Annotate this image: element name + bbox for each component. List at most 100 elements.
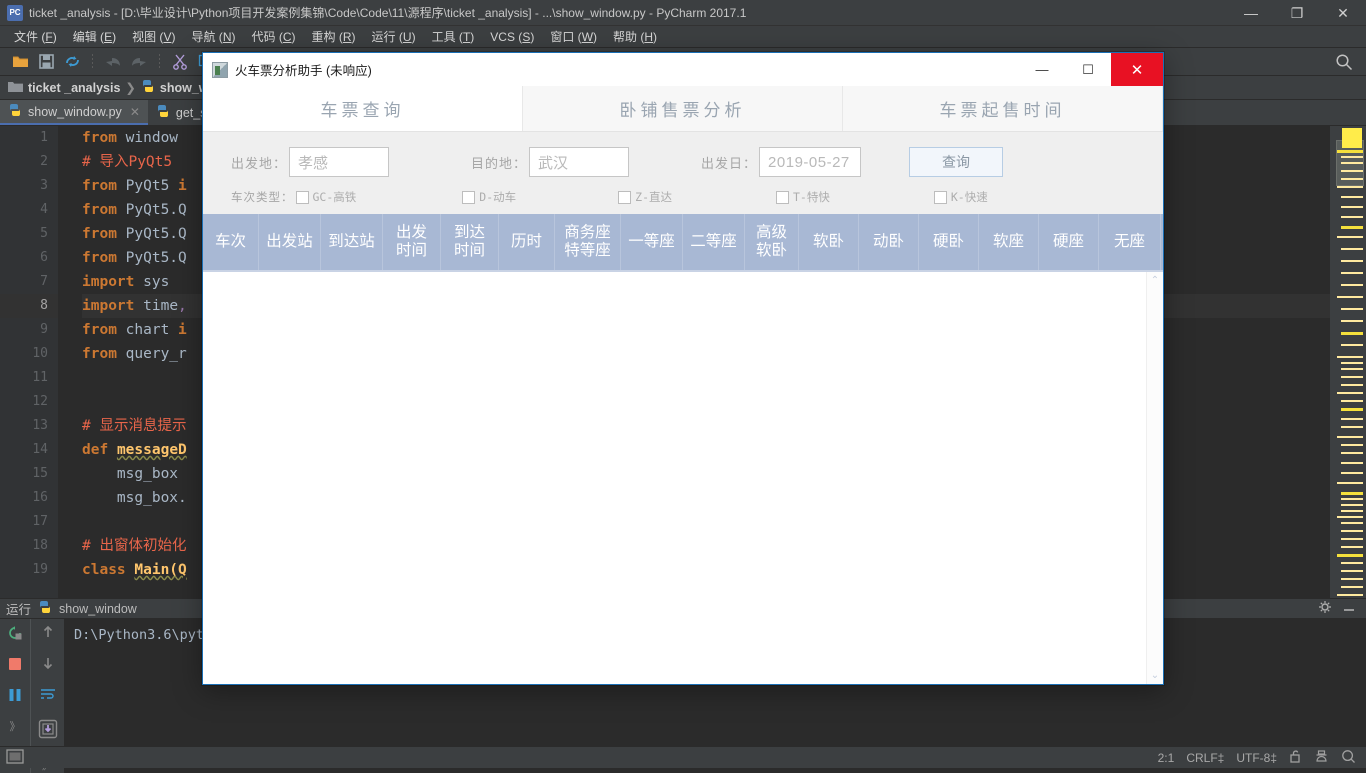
expand-left-icon[interactable]: 》 xyxy=(10,718,21,734)
table-header-cell[interactable]: 出发 时间 xyxy=(383,214,441,270)
scroll-up-icon[interactable] xyxy=(41,625,55,644)
editor-gutter[interactable]: 12345678910111213141516171819 xyxy=(0,126,58,598)
stop-icon[interactable] xyxy=(7,656,23,677)
tab-ticket-query[interactable]: 车票查询 xyxy=(203,86,523,131)
close-icon[interactable]: ✕ xyxy=(130,105,140,119)
ticket-table-body[interactable]: ⌃ ⌄ xyxy=(203,270,1163,684)
menu-item-tools[interactable]: 工具 (T) xyxy=(424,26,483,47)
line-number[interactable]: 6 xyxy=(0,246,58,270)
print-icon[interactable] xyxy=(37,718,59,745)
table-header-cell[interactable]: 车次 xyxy=(203,214,259,270)
sync-icon[interactable] xyxy=(60,50,84,74)
cut-icon[interactable] xyxy=(168,50,192,74)
line-number[interactable]: 11 xyxy=(0,366,58,390)
table-header-cell[interactable]: 无座 xyxy=(1099,214,1161,270)
checkbox-t[interactable]: T-特快 xyxy=(776,189,830,205)
tab-sleeper-sales-analysis[interactable]: 卧铺售票分析 xyxy=(523,86,843,131)
dialog-minimize-button[interactable]: — xyxy=(1019,53,1065,86)
scroll-down-icon[interactable] xyxy=(41,656,55,675)
line-number[interactable]: 13 xyxy=(0,414,58,438)
rerun-icon[interactable] xyxy=(7,625,23,646)
line-number[interactable]: 10 xyxy=(0,342,58,366)
open-folder-icon[interactable] xyxy=(8,50,32,74)
line-number[interactable]: 2 xyxy=(0,150,58,174)
minimize-icon[interactable] xyxy=(1342,600,1356,617)
editor-tab-show-window[interactable]: show_window.py ✕ xyxy=(0,100,148,125)
query-button[interactable]: 查询 xyxy=(909,147,1003,177)
line-number[interactable]: 8 xyxy=(0,294,58,318)
ide-search-icon[interactable] xyxy=(1332,50,1356,74)
dialog-close-button[interactable]: ✕ xyxy=(1111,53,1163,86)
checkbox-box[interactable] xyxy=(296,191,309,204)
pause-icon[interactable] xyxy=(7,687,23,708)
window-layout-icon[interactable] xyxy=(6,749,24,767)
table-header-cell[interactable]: 动卧 xyxy=(859,214,919,270)
table-header-cell[interactable]: 软卧 xyxy=(799,214,859,270)
checkbox-box[interactable] xyxy=(934,191,947,204)
line-number[interactable]: 14 xyxy=(0,438,58,462)
line-number[interactable]: 12 xyxy=(0,390,58,414)
destination-input[interactable]: 武汉 xyxy=(529,147,629,177)
scroll-down-icon[interactable]: ⌄ xyxy=(1151,670,1159,681)
table-header-cell[interactable]: 一等座 xyxy=(621,214,683,270)
table-header-cell[interactable]: 高级 软卧 xyxy=(745,214,799,270)
soft-wrap-icon[interactable] xyxy=(40,687,56,706)
line-separator[interactable]: CRLF‡ xyxy=(1186,751,1224,765)
line-number[interactable]: 3 xyxy=(0,174,58,198)
ide-minimize-button[interactable]: — xyxy=(1228,0,1274,26)
line-number[interactable]: 9 xyxy=(0,318,58,342)
menu-item-view[interactable]: 视图 (V) xyxy=(124,26,183,47)
table-header-cell[interactable]: 硬座 xyxy=(1039,214,1099,270)
inspector-icon[interactable] xyxy=(1314,749,1329,767)
menu-item-navigate[interactable]: 导航 (N) xyxy=(183,26,243,47)
save-icon[interactable] xyxy=(34,50,58,74)
checkbox-d[interactable]: D-动车 xyxy=(462,189,516,205)
menu-item-code[interactable]: 代码 (C) xyxy=(243,26,303,47)
line-number[interactable]: 16 xyxy=(0,486,58,510)
table-header-cell[interactable]: 商务座 特等座 xyxy=(555,214,621,270)
checkbox-box[interactable] xyxy=(462,191,475,204)
line-number[interactable]: 17 xyxy=(0,510,58,534)
menu-item-refactor[interactable]: 重构 (R) xyxy=(304,26,364,47)
departure-date-input[interactable]: 2019-05-27 xyxy=(759,147,861,177)
ticket-table-scrollbar[interactable]: ⌃ ⌄ xyxy=(1146,272,1163,684)
dialog-maximize-button[interactable]: ☐ xyxy=(1065,53,1111,86)
table-header-cell[interactable]: 硬卧 xyxy=(919,214,979,270)
table-header-cell[interactable]: 到达站 xyxy=(321,214,383,270)
undo-icon[interactable] xyxy=(101,50,125,74)
redo-icon[interactable] xyxy=(127,50,151,74)
line-number[interactable]: 7 xyxy=(0,270,58,294)
file-encoding[interactable]: UTF-8‡ xyxy=(1236,751,1277,765)
line-number[interactable]: 4 xyxy=(0,198,58,222)
ide-maximize-button[interactable]: ❐ xyxy=(1274,0,1320,26)
menu-item-edit[interactable]: 编辑 (E) xyxy=(65,26,124,47)
menu-item-file[interactable]: 文件 (F) xyxy=(6,26,65,47)
checkbox-box[interactable] xyxy=(618,191,631,204)
checkbox-z[interactable]: Z-直达 xyxy=(618,189,672,205)
table-header-cell[interactable]: 到达 时间 xyxy=(441,214,499,270)
table-header-cell[interactable]: 二等座 xyxy=(683,214,745,270)
line-number[interactable]: 19 xyxy=(0,558,58,582)
line-number[interactable]: 18 xyxy=(0,534,58,558)
menu-item-run[interactable]: 运行 (U) xyxy=(364,26,424,47)
table-header-cell[interactable]: 出发站 xyxy=(259,214,321,270)
editor-marker-scrollbar[interactable] xyxy=(1330,126,1366,598)
checkbox-gc[interactable]: GC-高铁 xyxy=(296,189,357,205)
menu-item-help[interactable]: 帮助 (H) xyxy=(605,26,665,47)
checkbox-k[interactable]: K-快速 xyxy=(934,189,988,205)
scroll-up-icon[interactable]: ⌃ xyxy=(1151,275,1159,286)
breadcrumb-project[interactable]: ticket _analysis xyxy=(8,80,120,96)
origin-input[interactable]: 孝感 xyxy=(289,147,389,177)
line-number[interactable]: 15 xyxy=(0,462,58,486)
magnifier-icon[interactable] xyxy=(1341,749,1356,767)
line-number[interactable]: 5 xyxy=(0,222,58,246)
train-ticket-dialog[interactable]: 火车票分析助手 (未响应) — ☐ ✕ 车票查询 卧铺售票分析 车票起售时间 出… xyxy=(202,52,1164,685)
menu-item-window[interactable]: 窗口 (W) xyxy=(542,26,605,47)
menu-item-vcs[interactable]: VCS (S) xyxy=(482,28,542,46)
caret-position[interactable]: 2:1 xyxy=(1158,751,1175,765)
tab-ticket-release-time[interactable]: 车票起售时间 xyxy=(843,86,1163,131)
unlock-icon[interactable] xyxy=(1289,749,1302,766)
table-header-cell[interactable]: 软座 xyxy=(979,214,1039,270)
line-number[interactable]: 1 xyxy=(0,126,58,150)
gear-icon[interactable] xyxy=(1318,600,1332,617)
